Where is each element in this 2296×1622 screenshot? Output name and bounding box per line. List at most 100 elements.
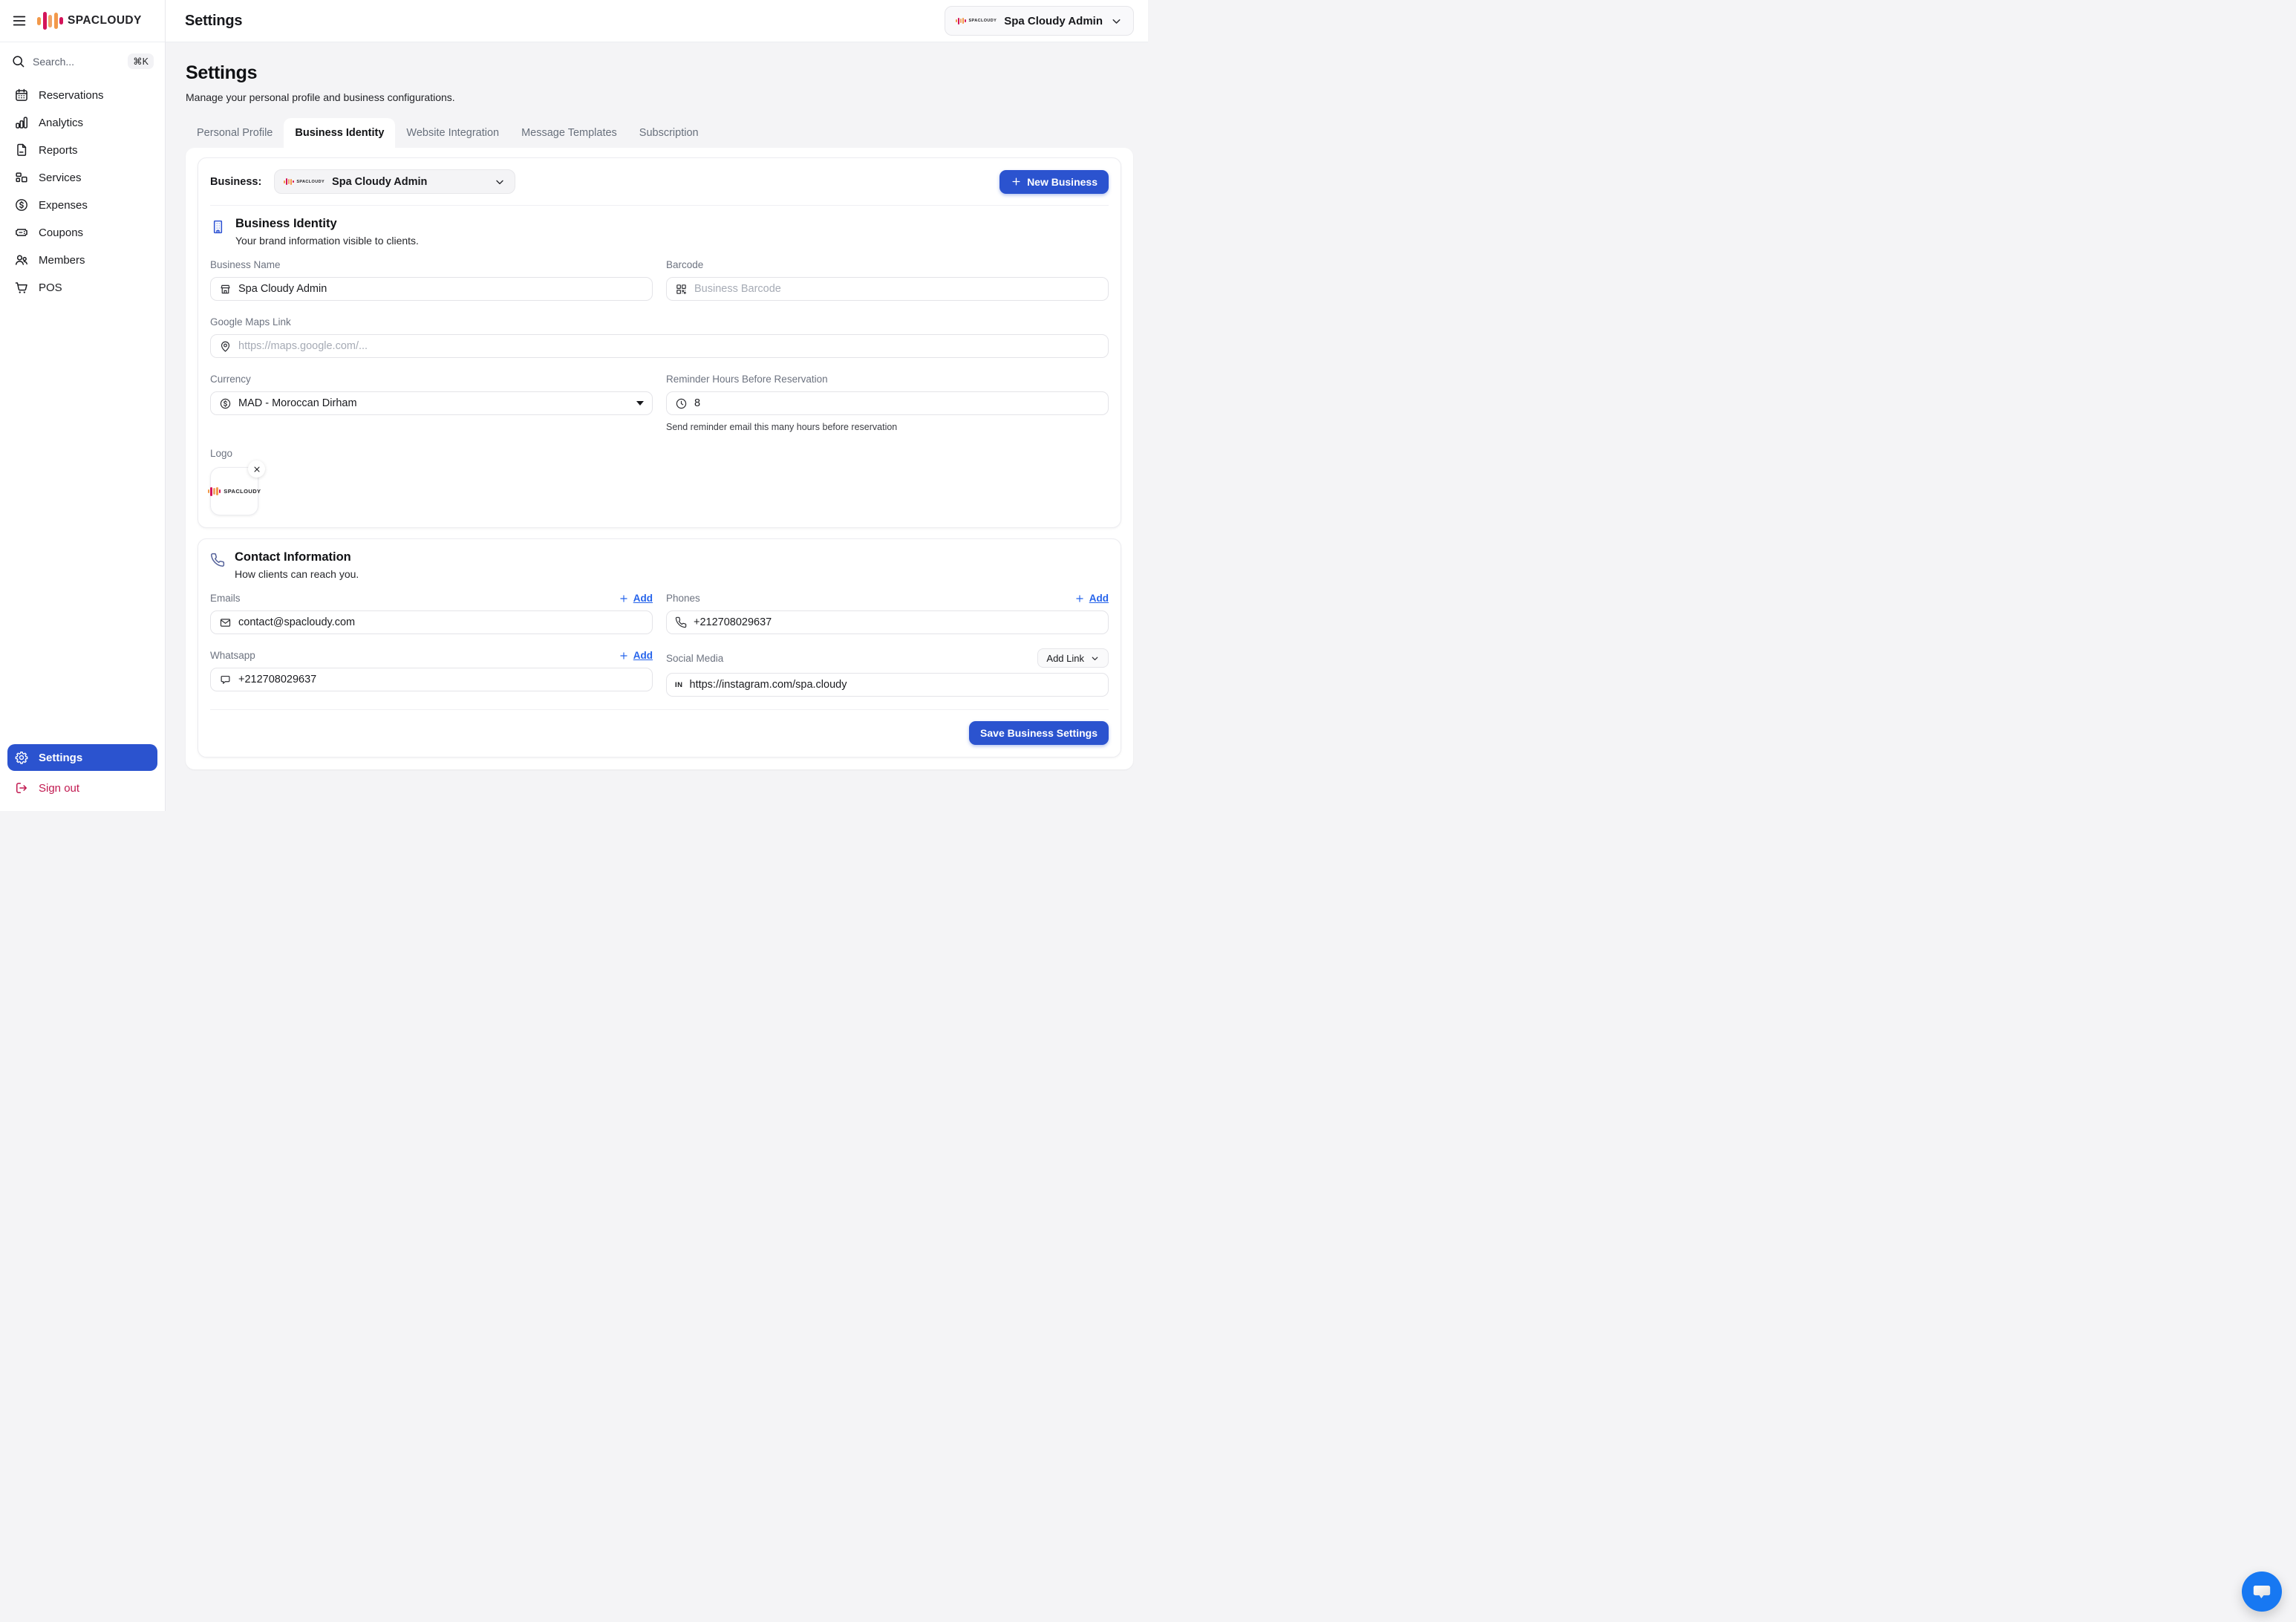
business-select-logo: SPACLOUDY	[284, 178, 324, 185]
cart-icon	[14, 280, 29, 295]
barcode-input[interactable]	[694, 283, 1100, 295]
add-social-link-button[interactable]: Add Link	[1037, 648, 1109, 668]
search-input[interactable]	[33, 56, 120, 68]
search-icon	[11, 54, 25, 68]
email-input[interactable]	[238, 616, 644, 628]
divider	[210, 205, 1109, 206]
tab-business-identity[interactable]: Business Identity	[284, 118, 395, 148]
social-media-input[interactable]	[690, 679, 1100, 691]
business-name-label: Business Name	[210, 259, 281, 270]
hamburger-icon	[11, 13, 27, 29]
google-maps-label: Google Maps Link	[210, 316, 291, 328]
account-business-logo: SPACLOUDY	[956, 18, 997, 25]
sidebar-item-coupons[interactable]: Coupons	[7, 219, 157, 246]
plus-icon	[1074, 593, 1085, 604]
topbar: Settings SPACLOUDY Spa Cloudy Admin	[166, 0, 1148, 42]
chat-widget-button[interactable]	[2242, 1571, 2282, 1612]
sidebar-item-settings[interactable]: Settings	[7, 744, 157, 771]
plus-icon	[619, 593, 629, 604]
plus-icon	[619, 651, 629, 661]
sidebar-item-label: Reports	[39, 144, 78, 157]
chevron-down-icon	[1090, 654, 1100, 663]
sidebar-item-label: Sign out	[39, 782, 79, 795]
phone-input[interactable]	[694, 616, 1100, 628]
new-business-button[interactable]: New Business	[999, 170, 1109, 194]
calendar-icon	[14, 88, 29, 102]
business-switcher-row: Business: SPACLOUDY Spa Cloudy Admin New	[210, 169, 1109, 194]
currency-field: Currency MAD - Moroccan Dirham	[210, 372, 653, 415]
brand-logo-icon	[208, 487, 221, 496]
sidebar-item-pos[interactable]: POS	[7, 274, 157, 301]
business-name-input[interactable]	[238, 283, 644, 295]
caret-down-icon	[636, 401, 644, 406]
add-whatsapp-button[interactable]: Add	[619, 650, 653, 661]
identity-fields-grid: Business Name Barcode	[210, 258, 1109, 515]
remove-logo-button[interactable]	[248, 460, 265, 478]
contact-section-subtitle: How clients can reach you.	[235, 568, 359, 580]
instagram-badge-icon: IN	[675, 681, 683, 689]
contact-information-card: Contact Information How clients can reac…	[198, 538, 1121, 758]
sidebar-nav: Reservations Analytics Reports Services …	[0, 77, 165, 741]
sidebar-header: SPACLOUDY	[0, 0, 165, 42]
tab-message-templates[interactable]: Message Templates	[510, 118, 628, 148]
logo-label: Logo	[210, 448, 232, 459]
uploaded-logo-image: SPACLOUDY	[208, 487, 261, 496]
sidebar-item-label: Analytics	[39, 117, 83, 129]
account-menu-button[interactable]: SPACLOUDY Spa Cloudy Admin	[945, 6, 1134, 36]
sidebar-item-members[interactable]: Members	[7, 247, 157, 273]
reminder-hours-field: Reminder Hours Before Reservation Send r…	[666, 372, 1109, 432]
sidebar-item-reservations[interactable]: Reservations	[7, 82, 157, 108]
sidebar-item-label: Expenses	[39, 199, 88, 212]
whatsapp-input[interactable]	[238, 674, 644, 685]
chevron-down-icon	[1110, 15, 1123, 27]
tab-personal-profile[interactable]: Personal Profile	[186, 118, 284, 148]
dollar-coin-icon	[14, 198, 29, 212]
reminder-hours-help: Send reminder email this many hours befo…	[666, 422, 1109, 432]
settings-tabs: Personal Profile Business Identity Websi…	[186, 118, 1133, 148]
hamburger-menu-button[interactable]	[11, 13, 27, 29]
map-pin-icon	[219, 340, 232, 353]
business-name-field: Business Name	[210, 258, 653, 301]
business-identity-card: Business: SPACLOUDY Spa Cloudy Admin New	[198, 157, 1121, 528]
tab-website-integration[interactable]: Website Integration	[395, 118, 510, 148]
reminder-hours-input[interactable]	[694, 397, 1100, 409]
chat-bubble-icon	[219, 674, 232, 686]
chat-widget-icon	[2250, 1580, 2274, 1603]
building-icon	[210, 219, 226, 247]
add-phone-button[interactable]: Add	[1074, 593, 1109, 604]
google-maps-input[interactable]	[238, 340, 1100, 352]
gear-icon	[14, 750, 29, 765]
sidebar: SPACLOUDY ⌘K Reservations Analytics Repo…	[0, 0, 166, 811]
currency-select[interactable]: MAD - Moroccan Dirham	[210, 391, 653, 415]
account-name: Spa Cloudy Admin	[1004, 15, 1103, 27]
identity-section-title: Business Identity	[235, 217, 419, 231]
page-subtitle: Manage your personal profile and busines…	[186, 91, 1133, 103]
sidebar-search: ⌘K	[0, 42, 165, 77]
blocks-icon	[14, 170, 29, 185]
contact-section-title: Contact Information	[235, 550, 359, 564]
social-media-field: Social Media Add Link IN	[666, 648, 1109, 697]
sidebar-item-label: Coupons	[39, 227, 83, 239]
business-select[interactable]: SPACLOUDY Spa Cloudy Admin	[274, 169, 515, 194]
tab-subscription[interactable]: Subscription	[628, 118, 710, 148]
sidebar-item-services[interactable]: Services	[7, 164, 157, 191]
google-maps-field: Google Maps Link	[210, 315, 1109, 358]
sidebar-item-reports[interactable]: Reports	[7, 137, 157, 163]
clock-icon	[675, 397, 688, 410]
social-media-label: Social Media	[666, 653, 723, 664]
currency-value: MAD - Moroccan Dirham	[238, 397, 357, 409]
sidebar-item-expenses[interactable]: Expenses	[7, 192, 157, 218]
logo-preview: SPACLOUDY	[210, 467, 258, 515]
sidebar-item-label: Settings	[39, 752, 82, 764]
brand-logo-icon	[956, 18, 966, 25]
sidebar-item-signout[interactable]: Sign out	[7, 775, 157, 801]
add-email-button[interactable]: Add	[619, 593, 653, 604]
search-shortcut-badge: ⌘K	[128, 53, 154, 69]
brand-wordmark: SPACLOUDY	[68, 14, 142, 27]
sidebar-item-analytics[interactable]: Analytics	[7, 109, 157, 136]
app-root: SPACLOUDY ⌘K Reservations Analytics Repo…	[0, 0, 1148, 811]
save-business-settings-button[interactable]: Save Business Settings	[969, 721, 1109, 745]
sidebar-item-label: Services	[39, 172, 82, 184]
whatsapp-label: Whatsapp	[210, 650, 255, 661]
phones-field: Phones Add	[666, 591, 1109, 634]
